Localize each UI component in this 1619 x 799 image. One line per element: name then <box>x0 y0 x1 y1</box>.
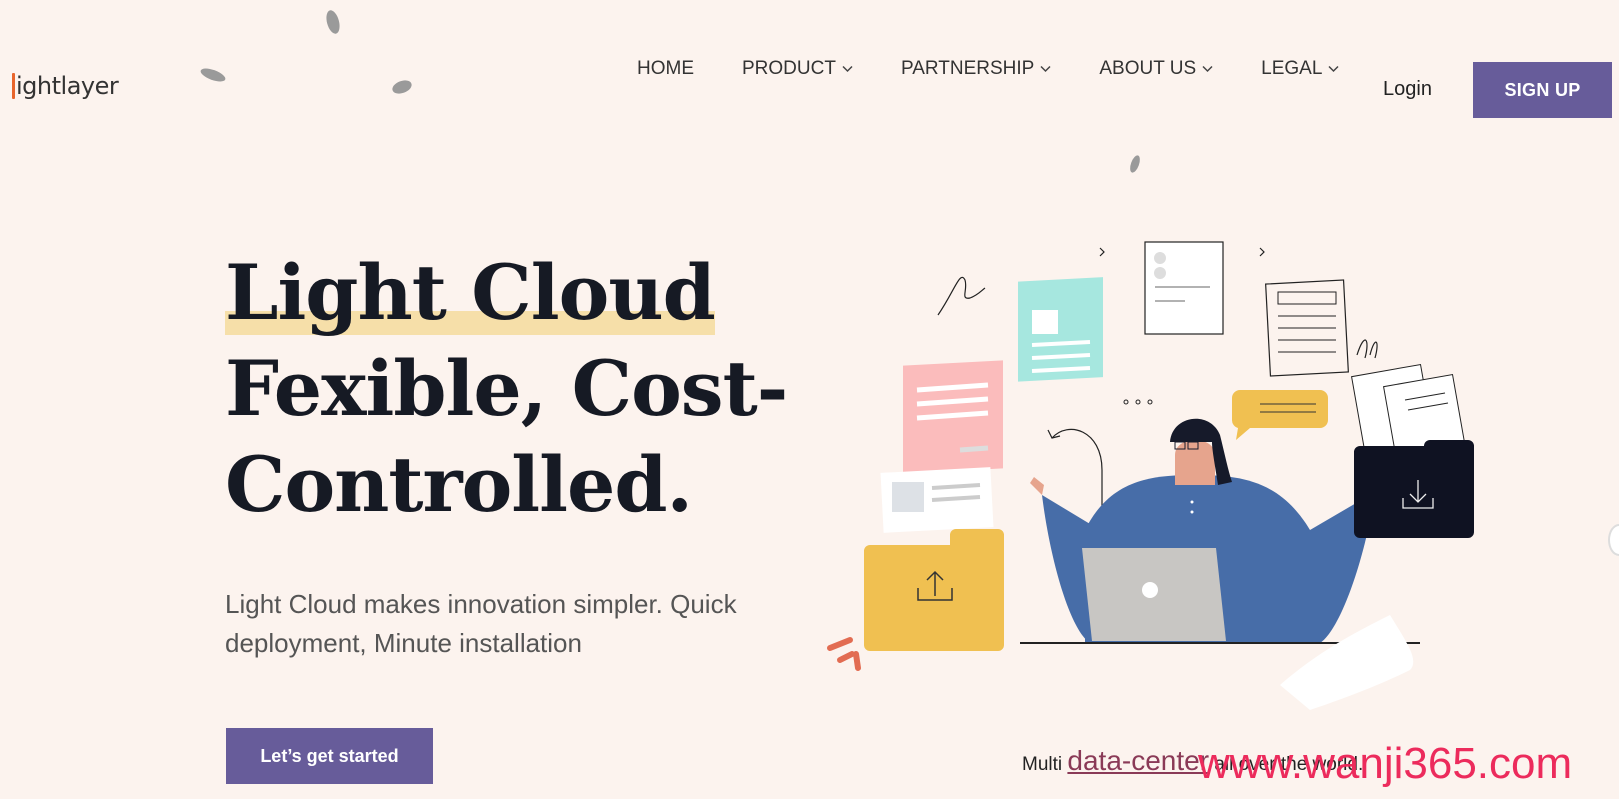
nav-item-label: PRODUCT <box>742 58 836 79</box>
nav-item-label: HOME <box>637 58 694 79</box>
laptop-icon <box>1082 548 1226 641</box>
datacenter-link[interactable]: data-center <box>1067 745 1209 776</box>
nav-item-partnership[interactable]: PARTNERSHIP <box>901 58 1051 80</box>
hero-title-line-1: Light Cloud <box>225 245 716 341</box>
hero-subtitle: Light Cloud makes innovation simpler. Qu… <box>225 589 737 658</box>
hero-title-line-3: Controlled. <box>225 440 693 529</box>
decorative-blob <box>392 80 412 94</box>
brand-logo[interactable]: ightlayer <box>12 72 119 100</box>
caption-prefix: Multi <box>1022 754 1068 775</box>
hero-title: Light Cloud Fexible, Cost- Controlled. <box>225 245 788 533</box>
logo-text: ightlayer <box>16 72 119 100</box>
download-folder-icon <box>1354 440 1474 538</box>
nav-item-label: PARTNERSHIP <box>900 58 1035 79</box>
chevron-down-icon <box>1040 65 1051 73</box>
get-started-button[interactable]: Let’s get started <box>226 728 433 784</box>
document-icon <box>1144 241 1224 335</box>
login-link[interactable]: Login <box>1383 78 1432 101</box>
nav-item-about-us[interactable]: ABOUT US <box>1099 58 1213 80</box>
nav-item-label: ABOUT US <box>1099 58 1197 79</box>
main-nav: HOME PRODUCT PARTNERSHIP ABOUT US LEGAL <box>637 58 1387 80</box>
decorative-blob <box>200 68 226 82</box>
decorative-blob <box>326 10 340 34</box>
nav-item-legal[interactable]: LEGAL <box>1261 58 1339 80</box>
side-scroll-handle[interactable] <box>1608 524 1619 556</box>
upload-folder-icon <box>864 529 1004 651</box>
document-icon <box>1018 277 1103 382</box>
nav-item-label: LEGAL <box>1261 58 1323 79</box>
document-icon <box>903 360 1003 474</box>
signup-button[interactable]: SIGN UP <box>1473 62 1612 118</box>
watermark-text: www.wanji365.com <box>1198 739 1573 788</box>
chevron-down-icon <box>842 65 853 73</box>
nav-item-product[interactable]: PRODUCT <box>742 58 853 80</box>
nav-item-home[interactable]: HOME <box>637 58 694 80</box>
chat-bubble-icon <box>1231 390 1328 440</box>
decorative-blob <box>1130 155 1140 173</box>
logo-mark <box>12 73 15 99</box>
document-icon <box>1265 279 1349 377</box>
chevron-down-icon <box>1328 65 1339 73</box>
chevron-down-icon <box>1202 65 1213 73</box>
hero-illustration <box>827 241 1474 710</box>
hero-title-line-2: Fexible, Cost- <box>225 344 788 433</box>
